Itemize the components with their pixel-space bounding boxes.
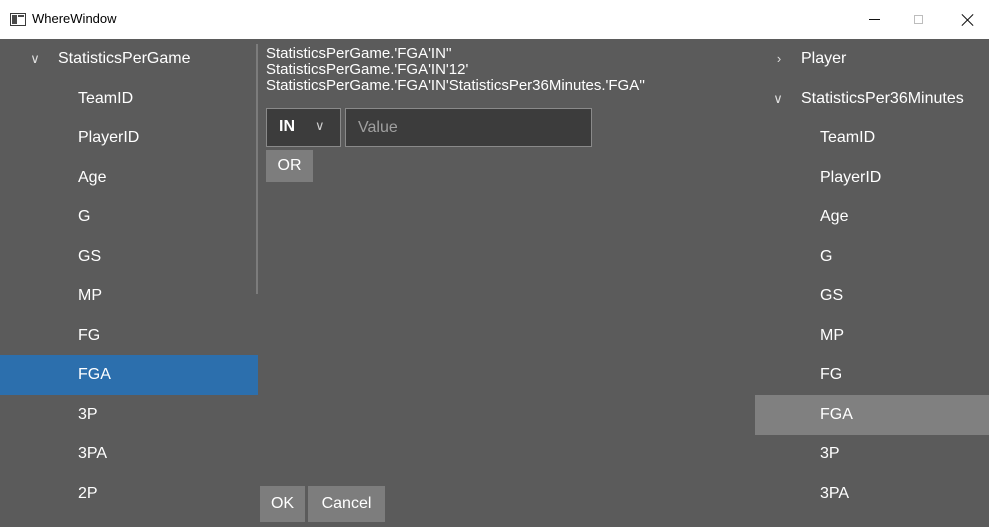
tree-group-label: Player — [801, 50, 847, 67]
tree-item-label: GS — [820, 287, 844, 304]
tree-item-label: TeamID — [820, 129, 876, 146]
tree-item-2p[interactable]: 2P — [0, 474, 258, 514]
tree-item-gs[interactable]: GS — [0, 237, 258, 277]
tree-item-label: MP — [78, 287, 102, 304]
window-app-icon — [10, 13, 26, 26]
operator-value: IN — [279, 118, 295, 135]
tree-item-mp[interactable]: MP — [0, 276, 258, 316]
panel-splitter[interactable] — [256, 44, 258, 294]
chevron-right-icon[interactable]: › — [772, 52, 786, 66]
tree-item-3p[interactable]: 3P — [755, 434, 989, 474]
value-input[interactable] — [345, 108, 592, 147]
minimize-icon — [868, 19, 880, 20]
tree-item-label: MP — [820, 327, 844, 344]
window-title: WhereWindow — [32, 11, 117, 26]
tree-item-label: PlayerID — [820, 169, 882, 186]
tree-group-label: StatisticsPer36Minutes — [801, 90, 964, 107]
tree-item-3pa[interactable]: 3PA — [755, 474, 989, 514]
where-expression-1: StatisticsPerGame.'FGA'IN'' — [266, 45, 452, 62]
where-expression-3: StatisticsPerGame.'FGA'IN'StatisticsPer3… — [266, 77, 645, 94]
tree-item-teamid[interactable]: TeamID — [0, 79, 258, 119]
close-button[interactable] — [945, 0, 989, 39]
tree-item-label: FG — [820, 366, 843, 383]
tree-group-label: StatisticsPerGame — [58, 50, 191, 67]
close-icon — [960, 13, 974, 27]
tree-item-g[interactable]: G — [0, 197, 258, 237]
tree-item-3pa[interactable]: 3PA — [0, 434, 258, 474]
tree-item-age[interactable]: Age — [0, 158, 258, 198]
tree-item-label: G — [78, 208, 91, 225]
tree-item-label: 3PA — [78, 445, 108, 462]
ok-button[interactable]: OK — [260, 486, 305, 522]
tree-item-label: G — [820, 248, 833, 265]
tree-item-g[interactable]: G — [755, 237, 989, 277]
where-expression-2: StatisticsPerGame.'FGA'IN'12' — [266, 61, 469, 78]
cancel-button[interactable]: Cancel — [308, 486, 385, 522]
tree-item-label: FGA — [78, 366, 111, 383]
tree-group-statistics-per-game[interactable]: ∨ StatisticsPerGame — [0, 39, 258, 79]
chevron-down-icon: ∨ — [315, 118, 325, 133]
tree-item-label: FGA — [820, 406, 853, 423]
tree-item-label: FG — [78, 327, 101, 344]
maximize-button[interactable] — [896, 0, 940, 39]
tree-item-label: Age — [78, 169, 107, 186]
tree-item-label: 3P — [820, 445, 840, 462]
chevron-down-icon[interactable]: ∨ — [28, 52, 42, 66]
tree-item-playerid[interactable]: PlayerID — [755, 158, 989, 198]
tree-item-fga[interactable]: FGA — [0, 355, 258, 395]
tree-item-mp[interactable]: MP — [755, 316, 989, 356]
tree-item-age[interactable]: Age — [755, 197, 989, 237]
tree-item-label: 3P — [78, 406, 98, 423]
tree-item-label: TeamID — [78, 90, 134, 107]
tree-item-fga[interactable]: FGA — [755, 395, 989, 435]
tree-group-statistics-per-36-minutes[interactable]: ∨ StatisticsPer36Minutes — [755, 79, 989, 119]
title-bar: WhereWindow — [0, 0, 989, 39]
maximize-icon — [913, 15, 923, 24]
tree-group-player[interactable]: › Player — [755, 39, 989, 79]
tree-item-fg[interactable]: FG — [0, 316, 258, 356]
tree-item-3p[interactable]: 3P — [0, 395, 258, 435]
tree-item-fg[interactable]: FG — [755, 355, 989, 395]
tree-item-label: PlayerID — [78, 129, 140, 146]
tree-item-playerid[interactable]: PlayerID — [0, 118, 258, 158]
tree-item-label: GS — [78, 248, 102, 265]
or-button[interactable]: OR — [266, 150, 313, 182]
minimize-button[interactable] — [852, 0, 896, 39]
tree-item-label: 3PA — [820, 485, 850, 502]
chevron-down-icon[interactable]: ∨ — [771, 92, 785, 106]
operator-dropdown[interactable]: IN ∨ — [266, 108, 341, 147]
tree-item-label: Age — [820, 208, 849, 225]
tree-item-label: 2P — [78, 485, 98, 502]
tree-item-teamid[interactable]: TeamID — [755, 118, 989, 158]
tree-item-gs[interactable]: GS — [755, 276, 989, 316]
